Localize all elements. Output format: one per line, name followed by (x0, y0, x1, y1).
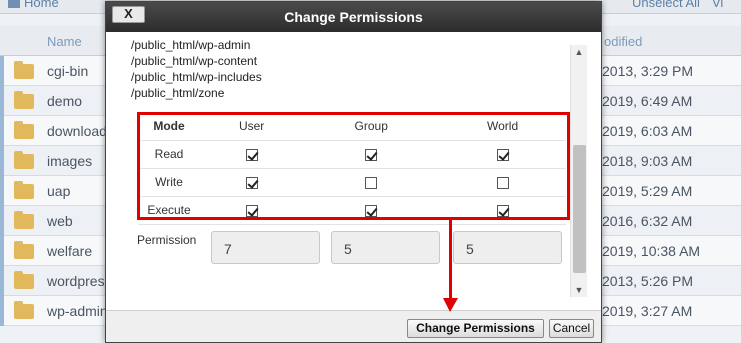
file-modified-date: 2019, 5:29 AM (602, 183, 693, 199)
path-item: /public_html/wp-admin (131, 38, 251, 52)
file-name: wp-admin (47, 303, 108, 319)
row-selection-stripe (0, 206, 4, 236)
row-selection-stripe (0, 86, 4, 116)
folder-icon (14, 241, 34, 259)
file-name: cgi-bin (47, 63, 89, 79)
file-modified-date: 2019, 10:38 AM (602, 243, 701, 259)
file-modified-date: 2013, 3:29 PM (602, 63, 694, 79)
home-label: Home (24, 0, 59, 10)
path-item: /public_html/wp-content (131, 54, 258, 68)
column-name-header[interactable]: Name (47, 34, 82, 49)
cancel-button[interactable]: Cancel (549, 319, 594, 338)
permission-label: Permission (137, 233, 197, 247)
annotation-highlight-box (137, 112, 570, 220)
column-modified-header[interactable]: odified (604, 34, 642, 49)
path-item: /public_html/wp-includes (131, 70, 262, 84)
folder-icon (14, 91, 34, 109)
permission-group-field[interactable]: 5 (331, 231, 440, 264)
change-permissions-button[interactable]: Change Permissions (407, 319, 544, 338)
file-name: wordpres (47, 273, 105, 289)
file-modified-date: 2013, 5:26 PM (602, 273, 694, 289)
home-button[interactable]: Home (8, 0, 59, 13)
permission-world-field[interactable]: 5 (453, 231, 562, 264)
row-selection-stripe (0, 296, 4, 326)
row-selection-stripe (0, 116, 4, 146)
file-modified-date: 2019, 6:03 AM (602, 123, 693, 139)
view-button[interactable]: Vi (712, 0, 723, 13)
folder-icon (14, 121, 34, 139)
file-modified-date: 2018, 9:03 AM (602, 153, 693, 169)
selected-paths: /public_html/wp-admin /public_html/wp-co… (131, 37, 262, 101)
scrollbar-thumb[interactable] (573, 145, 586, 273)
arrow-down-icon (443, 298, 458, 312)
folder-icon (14, 211, 34, 229)
folder-icon (14, 61, 34, 79)
folder-icon (14, 181, 34, 199)
path-item: /public_html/zone (131, 86, 225, 100)
dialog-scrollbar[interactable]: ▲ ▼ (570, 45, 587, 297)
scroll-down-icon[interactable]: ▼ (571, 283, 587, 297)
file-name: uap (47, 183, 71, 199)
file-name: images (47, 153, 93, 169)
scroll-up-icon[interactable]: ▲ (571, 45, 587, 59)
file-name: web (47, 213, 73, 229)
row-selection-stripe (0, 176, 4, 206)
file-modified-date: 2019, 3:27 AM (602, 303, 693, 319)
file-modified-date: 2016, 6:32 AM (602, 213, 693, 229)
row-selection-stripe (0, 56, 4, 86)
row-selection-stripe (0, 236, 4, 266)
row-selection-stripe (0, 146, 4, 176)
home-icon (8, 0, 20, 8)
row-selection-stripe (0, 266, 4, 296)
unselect-all-button[interactable]: Unselect All (632, 0, 700, 13)
dialog-title: Change Permissions (284, 9, 423, 25)
file-modified-date: 2019, 6:49 AM (602, 93, 693, 109)
permission-user-field[interactable]: 7 (211, 231, 320, 264)
folder-icon (14, 271, 34, 289)
folder-icon (14, 151, 34, 169)
dialog-titlebar: X Change Permissions (106, 2, 601, 32)
dialog-footer: Change Permissions Cancel (106, 310, 601, 342)
file-name: welfare (47, 243, 93, 259)
folder-icon (14, 301, 34, 319)
annotation-arrow-shaft (449, 220, 452, 302)
file-name: download (47, 123, 107, 139)
file-name: demo (47, 93, 83, 109)
